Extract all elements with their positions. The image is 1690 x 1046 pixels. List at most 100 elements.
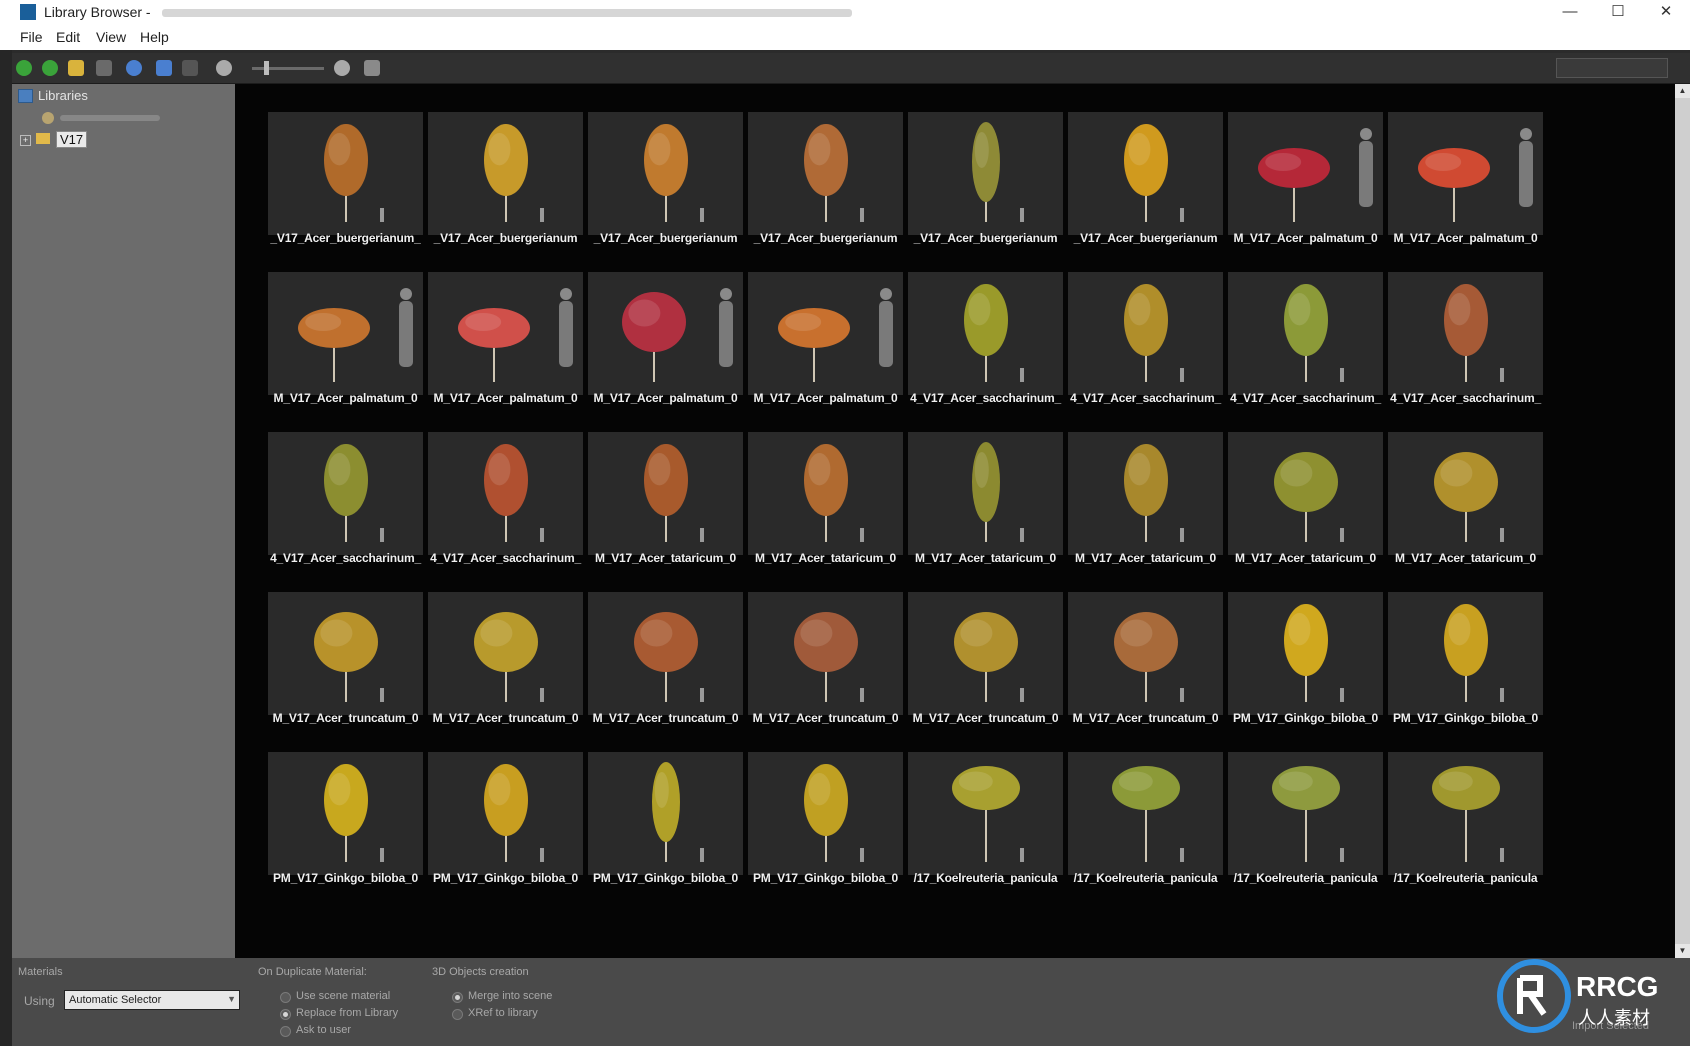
thumbnail-item[interactable]: 4_V17_Acer_saccharinum_: [1228, 272, 1383, 443]
upload-icon[interactable]: [156, 60, 172, 76]
thumbnail-item[interactable]: M_V17_Acer_palmatum_0: [1388, 112, 1543, 283]
tree-thumbnail: [588, 432, 743, 555]
thumbnail-item[interactable]: M_V17_Acer_tataricum_0: [908, 432, 1063, 603]
close-button[interactable]: ✕: [1642, 0, 1690, 24]
scroll-up-icon[interactable]: ▲: [1675, 84, 1690, 98]
forward-icon[interactable]: [42, 60, 58, 76]
thumbnail-item[interactable]: 4_V17_Acer_saccharinum_: [268, 432, 423, 603]
libraries-icon: [18, 89, 33, 103]
refresh-icon[interactable]: [126, 60, 142, 76]
tree-thumbnail: [748, 272, 903, 395]
tree-thumbnail: [428, 432, 583, 555]
thumbnail-item[interactable]: /17_Koelreuteria_panicula: [1228, 752, 1383, 923]
thumbnail-item[interactable]: M_V17_Acer_tataricum_0: [748, 432, 903, 603]
thumbnail-item[interactable]: M_V17_Acer_truncatum_0: [748, 592, 903, 763]
thumbnail-item[interactable]: PM_V17_Ginkgo_biloba_0: [268, 752, 423, 923]
thumbnail-item[interactable]: _V17_Acer_buergerianum: [748, 112, 903, 283]
menu-help[interactable]: Help: [140, 29, 169, 45]
objects-group-title: 3D Objects creation: [432, 966, 529, 978]
thumbnail-item[interactable]: M_V17_Acer_tataricum_0: [1068, 432, 1223, 603]
thumbnail-item[interactable]: PM_V17_Ginkgo_biloba_0: [748, 752, 903, 923]
maximize-button[interactable]: ☐: [1594, 0, 1642, 24]
export-icon[interactable]: [182, 60, 198, 76]
thumbnail-item[interactable]: M_V17_Acer_tataricum_0: [1388, 432, 1543, 603]
thumbnail-item[interactable]: 4_V17_Acer_saccharinum_: [1388, 272, 1543, 443]
tree-item-blurred[interactable]: [42, 112, 172, 124]
thumbnail-item[interactable]: PM_V17_Ginkgo_biloba_0: [428, 752, 583, 923]
radio-button[interactable]: [280, 1009, 291, 1020]
thumbnail-item[interactable]: /17_Koelreuteria_panicula: [908, 752, 1063, 923]
settings-icon[interactable]: [364, 60, 380, 76]
tree-icon: [1272, 766, 1344, 862]
radio-button[interactable]: [452, 1009, 463, 1020]
thumbnail-label: _V17_Acer_buergerianum: [913, 231, 1058, 245]
vertical-scrollbar[interactable]: ▲ ▼: [1675, 84, 1690, 958]
tree-thumbnail: [268, 112, 423, 235]
save-icon[interactable]: [96, 60, 112, 76]
menu-edit[interactable]: Edit: [56, 29, 80, 45]
thumbnail-item[interactable]: M_V17_Acer_palmatum_0: [268, 272, 423, 443]
radio-button[interactable]: [280, 1026, 291, 1037]
tree-icon: [964, 284, 1024, 382]
tree-icon: [644, 444, 704, 542]
thumbnail-label: PM_V17_Ginkgo_biloba_0: [1233, 711, 1378, 725]
expand-toggle[interactable]: +: [20, 135, 31, 146]
thumbnail-item[interactable]: PM_V17_Ginkgo_biloba_0: [1228, 592, 1383, 763]
thumbnail-item[interactable]: /17_Koelreuteria_panicula: [1388, 752, 1543, 923]
thumbnail-item[interactable]: M_V17_Acer_palmatum_0: [428, 272, 583, 443]
radio-label: Replace from Library: [296, 1007, 399, 1019]
thumbnail-item[interactable]: PM_V17_Ginkgo_biloba_0: [1388, 592, 1543, 763]
thumbnail-item[interactable]: _V17_Acer_buergerianum: [1068, 112, 1223, 283]
filter-input[interactable]: [1556, 58, 1668, 78]
thumbnail-label: _V17_Acer_buergerianum: [753, 231, 898, 245]
thumbnail-item[interactable]: M_V17_Acer_truncatum_0: [588, 592, 743, 763]
zoom-slider-thumb[interactable]: [264, 61, 269, 75]
tree-icon: [474, 612, 544, 702]
thumbnail-item[interactable]: M_V17_Acer_palmatum_0: [748, 272, 903, 443]
radio-button[interactable]: [280, 992, 291, 1003]
thumbnail-item[interactable]: _V17_Acer_buergerianum: [908, 112, 1063, 283]
thumbnail-item[interactable]: /17_Koelreuteria_panicula: [1068, 752, 1223, 923]
zoom-out-icon[interactable]: [216, 60, 232, 76]
window-title: Library Browser -: [44, 4, 151, 20]
zoom-slider[interactable]: [252, 67, 324, 70]
folder-open-icon[interactable]: [68, 60, 84, 76]
thumbnail-item[interactable]: _V17_Acer_buergerianum_: [268, 112, 423, 283]
menu-view[interactable]: View: [96, 29, 126, 45]
thumbnail-item[interactable]: M_V17_Acer_tataricum_0: [588, 432, 743, 603]
tree-thumbnail: [428, 272, 583, 395]
thumbnail-item[interactable]: 4_V17_Acer_saccharinum_: [1068, 272, 1223, 443]
tree-icon: [952, 766, 1024, 862]
tree-thumbnail: [1228, 592, 1383, 715]
tree-icon: [644, 124, 704, 222]
thumbnail-item[interactable]: M_V17_Acer_palmatum_0: [1228, 112, 1383, 283]
radio-button[interactable]: [452, 992, 463, 1003]
thumbnail-item[interactable]: M_V17_Acer_truncatum_0: [268, 592, 423, 763]
tree-icon: [324, 124, 384, 222]
tree-thumbnail: [1228, 272, 1383, 395]
thumbnail-item[interactable]: 4_V17_Acer_saccharinum_: [428, 432, 583, 603]
thumbnail-item[interactable]: M_V17_Acer_tataricum_0: [1228, 432, 1383, 603]
tree-item-v17[interactable]: V17: [56, 131, 88, 148]
minimize-button[interactable]: —: [1546, 0, 1594, 24]
thumbnail-label: M_V17_Acer_tataricum_0: [1234, 551, 1377, 565]
using-label: Using: [24, 994, 55, 1008]
tree-thumbnail: [1228, 752, 1383, 875]
thumbnail-item[interactable]: 4_V17_Acer_saccharinum_: [908, 272, 1063, 443]
tree-icon: [804, 124, 864, 222]
zoom-in-icon[interactable]: [334, 60, 350, 76]
thumbnail-item[interactable]: M_V17_Acer_truncatum_0: [908, 592, 1063, 763]
tree-thumbnail: [268, 752, 423, 875]
thumbnail-item[interactable]: PM_V17_Ginkgo_biloba_0: [588, 752, 743, 923]
menu-file[interactable]: File: [20, 29, 43, 45]
thumbnail-item[interactable]: M_V17_Acer_truncatum_0: [428, 592, 583, 763]
thumbnail-item[interactable]: _V17_Acer_buergerianum: [428, 112, 583, 283]
back-icon[interactable]: [16, 60, 32, 76]
thumbnail-item[interactable]: _V17_Acer_buergerianum: [588, 112, 743, 283]
toolbar: [12, 53, 1690, 84]
thumbnail-label: M_V17_Acer_palmatum_0: [433, 391, 578, 405]
thumbnail-item[interactable]: M_V17_Acer_palmatum_0: [588, 272, 743, 443]
thumbnail-label: M_V17_Acer_truncatum_0: [752, 711, 899, 725]
material-selector-dropdown[interactable]: Automatic Selector ▼: [64, 990, 240, 1010]
thumbnail-item[interactable]: M_V17_Acer_truncatum_0: [1068, 592, 1223, 763]
